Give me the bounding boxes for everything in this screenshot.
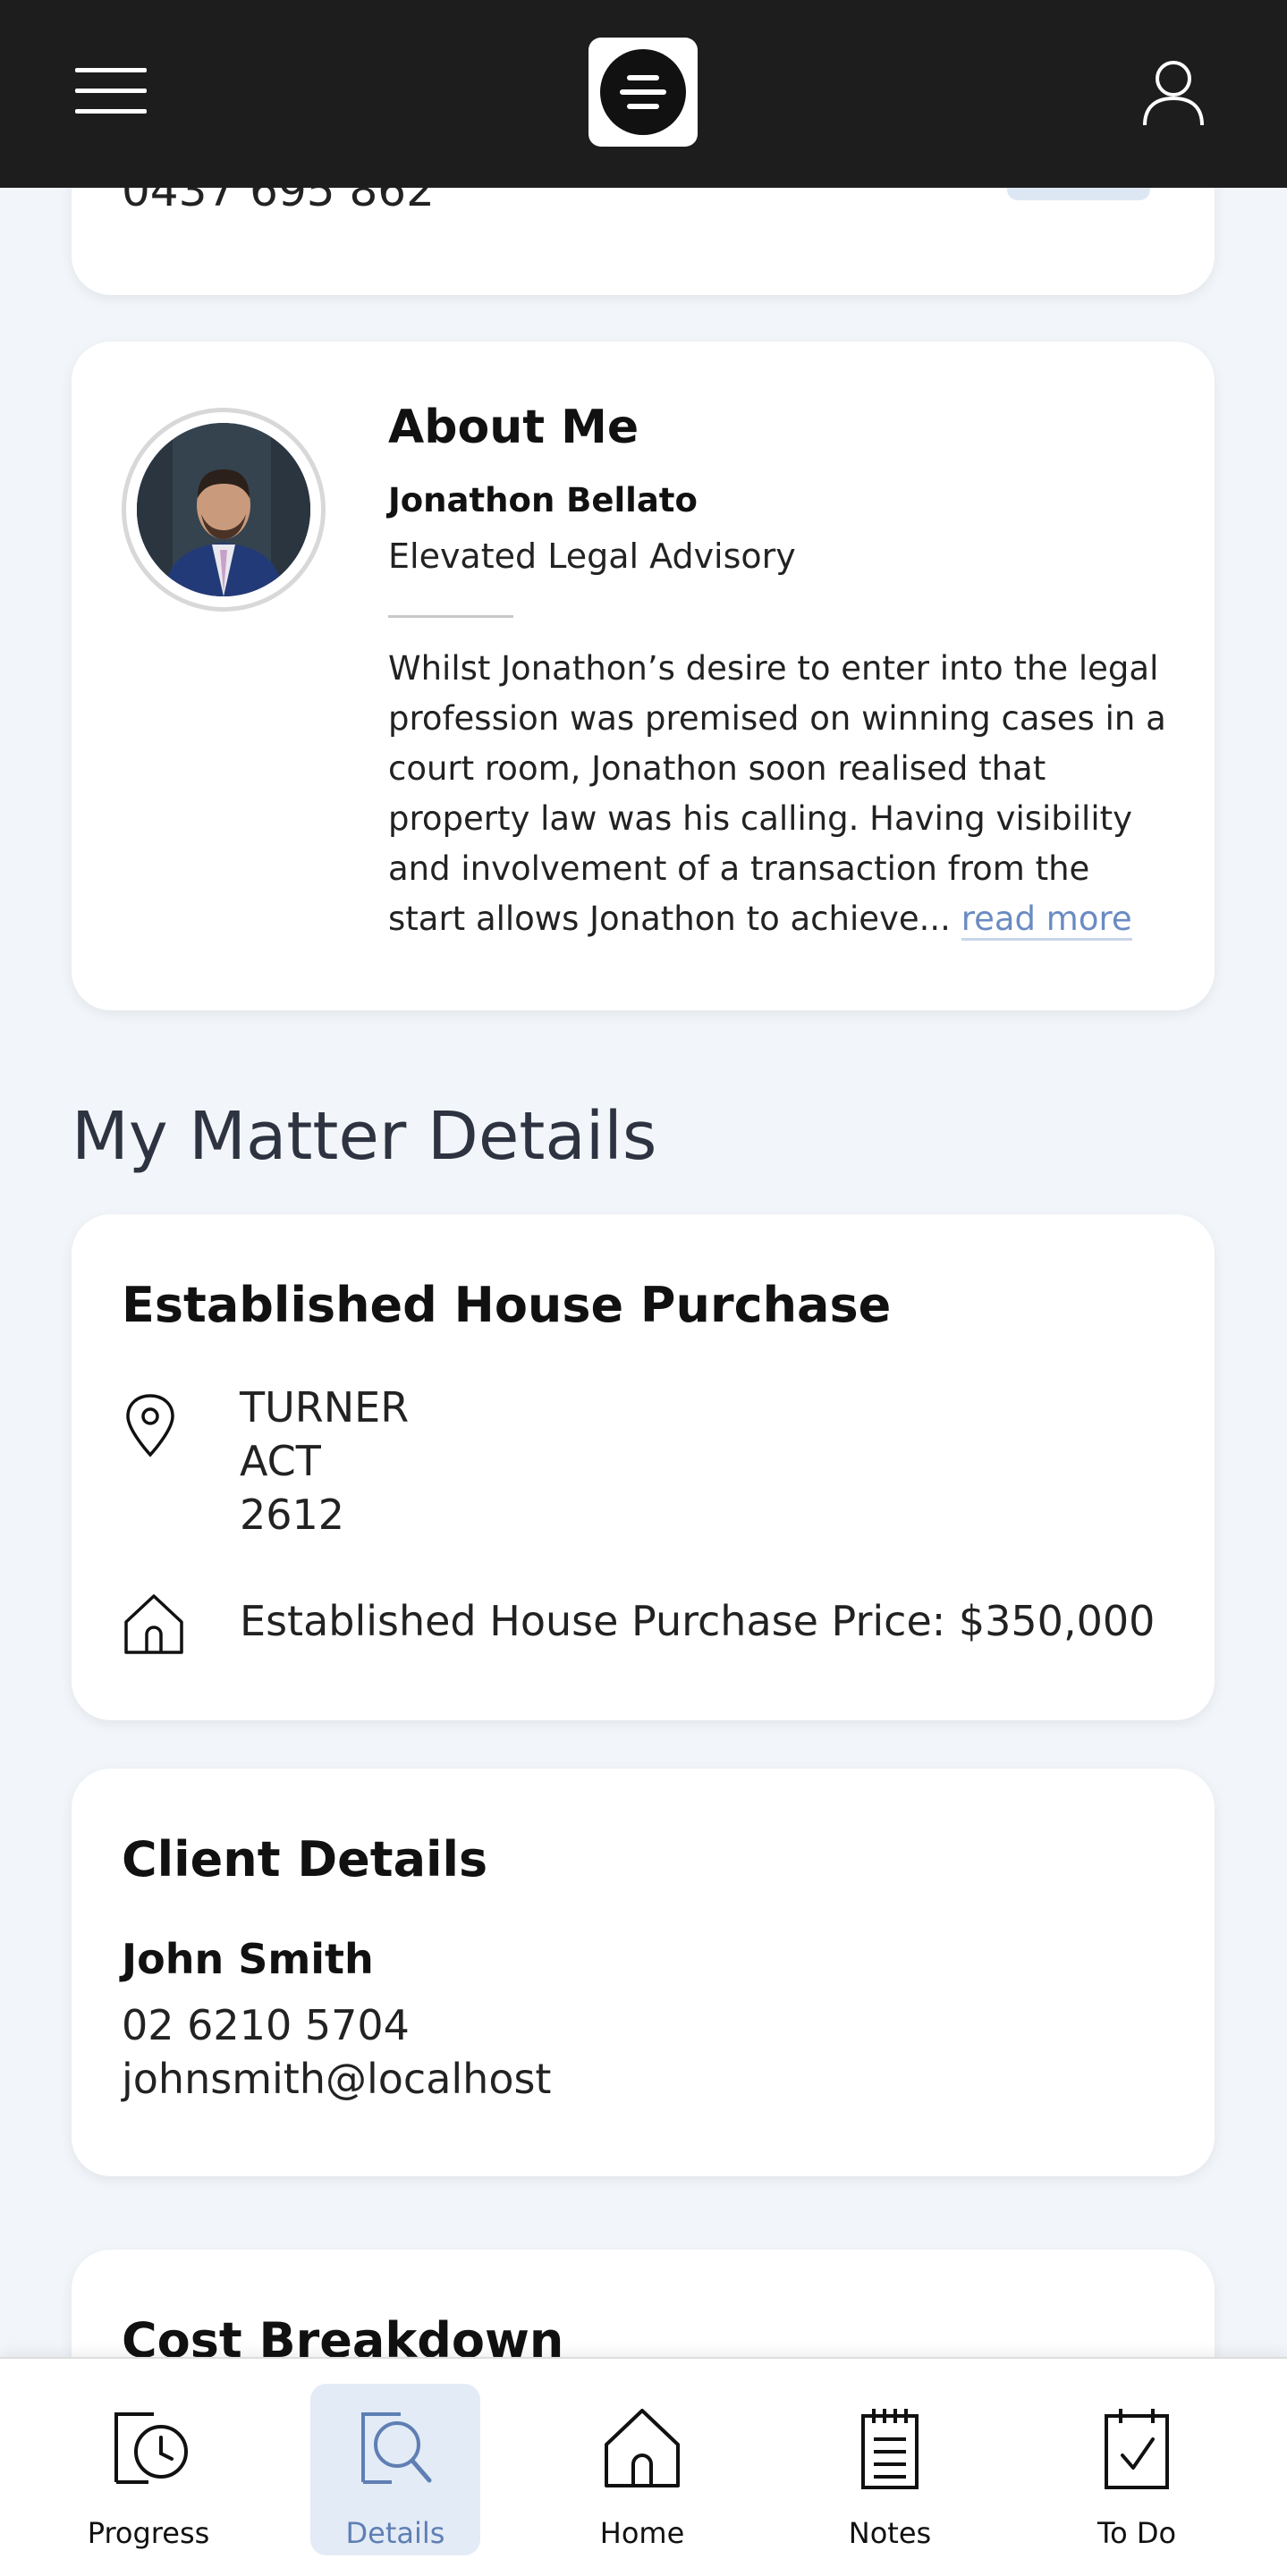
todo-icon bbox=[1105, 2409, 1169, 2489]
nav-label-details: Details bbox=[345, 2516, 445, 2550]
lawyer-bio: Whilst Jonathon’s desire to enter into t… bbox=[388, 644, 1175, 944]
bottom-navigation: Progress Details Home Notes To Do bbox=[0, 2357, 1287, 2576]
nav-label-notes: Notes bbox=[848, 2516, 932, 2550]
lawyer-photo bbox=[137, 423, 310, 596]
client-title: Client Details bbox=[122, 1831, 488, 1888]
client-email[interactable]: johnsmith@localhost bbox=[122, 2055, 551, 2103]
purchase-price: Established House Purchase Price: $350,0… bbox=[240, 1597, 1156, 1645]
notes-icon bbox=[861, 2409, 919, 2489]
nav-label-progress: Progress bbox=[87, 2516, 210, 2550]
about-title: About Me bbox=[388, 401, 639, 454]
nav-notes[interactable]: Notes bbox=[805, 2384, 975, 2555]
section-title: My Matter Details bbox=[72, 1098, 657, 1175]
location-pin-icon bbox=[126, 1394, 174, 1457]
address-state: ACT bbox=[240, 1437, 321, 1485]
client-name: John Smith bbox=[122, 1935, 374, 1983]
address-suburb: TURNER bbox=[240, 1383, 410, 1432]
divider bbox=[388, 615, 513, 618]
matter-title: Established House Purchase bbox=[122, 1277, 892, 1333]
nav-label-home: Home bbox=[599, 2516, 685, 2550]
house-icon bbox=[124, 1594, 183, 1654]
client-details-card: Client Details John Smith 02 6210 5704 j… bbox=[72, 1769, 1215, 2176]
home-icon bbox=[605, 2409, 680, 2487]
nav-label-todo: To Do bbox=[1096, 2516, 1177, 2550]
user-profile-icon[interactable] bbox=[1141, 59, 1206, 127]
nav-details[interactable]: Details bbox=[310, 2384, 480, 2555]
menu-icon[interactable] bbox=[75, 66, 147, 116]
about-me-card: About Me Jonathon Bellato Elevated Legal… bbox=[72, 342, 1215, 1010]
lawyer-firm: Elevated Legal Advisory bbox=[388, 536, 796, 576]
matter-card: Established House Purchase TURNER ACT 26… bbox=[72, 1214, 1215, 1720]
details-icon bbox=[361, 2412, 432, 2484]
contact-action-button[interactable] bbox=[1007, 188, 1150, 200]
avatar bbox=[122, 408, 326, 612]
bio-text: Whilst Jonathon’s desire to enter into t… bbox=[388, 649, 1166, 938]
progress-icon bbox=[114, 2412, 188, 2484]
address-postcode: 2612 bbox=[240, 1491, 345, 1539]
nav-home[interactable]: Home bbox=[557, 2384, 727, 2555]
app-logo[interactable] bbox=[588, 38, 698, 147]
app-header bbox=[0, 0, 1287, 188]
matter-address: TURNER ACT 2612 bbox=[240, 1381, 409, 1541]
lawyer-name: Jonathon Bellato bbox=[388, 481, 698, 519]
nav-progress[interactable]: Progress bbox=[64, 2384, 233, 2555]
nav-todo[interactable]: To Do bbox=[1052, 2384, 1222, 2555]
read-more-link[interactable]: read more bbox=[961, 899, 1132, 941]
client-phone[interactable]: 02 6210 5704 bbox=[122, 2001, 410, 2049]
